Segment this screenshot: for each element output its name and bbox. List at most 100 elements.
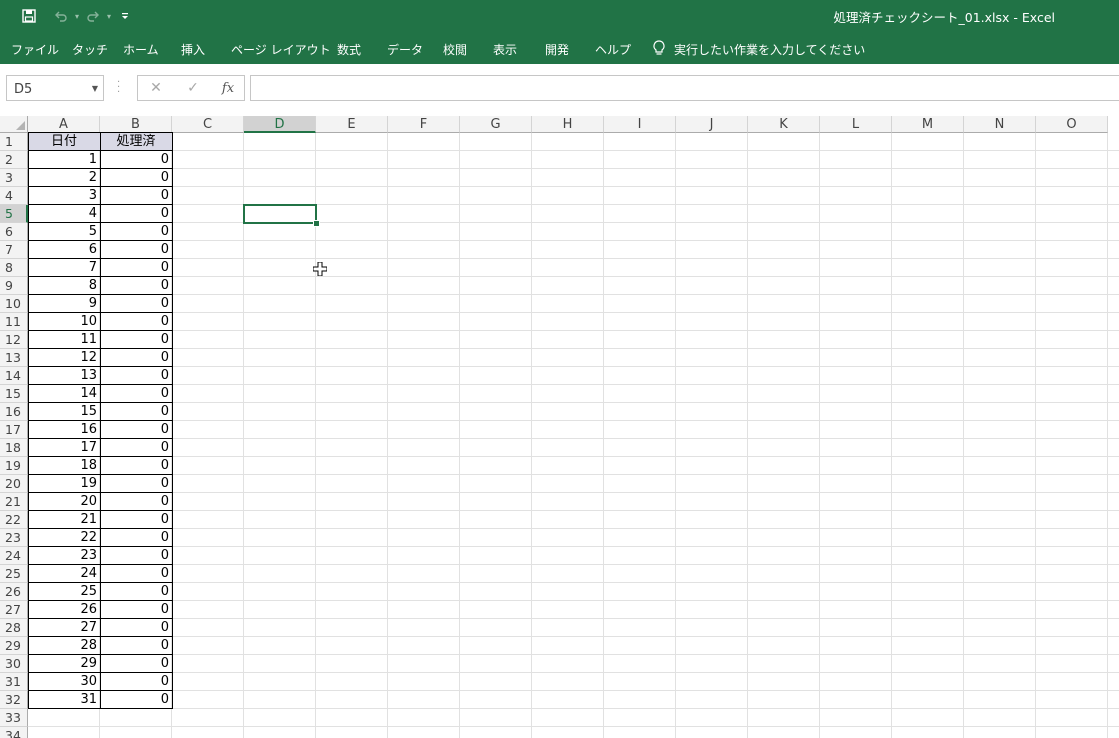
- row-header-20[interactable]: 20: [0, 475, 28, 493]
- tab-home[interactable]: ホーム: [123, 41, 159, 58]
- cell-b16[interactable]: 0: [100, 403, 172, 420]
- column-header-d[interactable]: D: [244, 116, 316, 133]
- cell-a1[interactable]: 日付: [28, 133, 100, 150]
- redo-dropdown-icon[interactable]: ▾: [104, 12, 114, 21]
- cell-a23[interactable]: 22: [28, 529, 100, 546]
- row-header-23[interactable]: 23: [0, 529, 28, 547]
- column-header-a[interactable]: A: [28, 116, 100, 133]
- tab-view[interactable]: 表示: [493, 41, 517, 58]
- row-header-17[interactable]: 17: [0, 421, 28, 439]
- cell-b25[interactable]: 0: [100, 565, 172, 582]
- cell-b26[interactable]: 0: [100, 583, 172, 600]
- row-header-30[interactable]: 30: [0, 655, 28, 673]
- cell-b5[interactable]: 0: [100, 205, 172, 222]
- column-header-k[interactable]: K: [748, 116, 820, 133]
- cell-b15[interactable]: 0: [100, 385, 172, 402]
- tab-touch[interactable]: タッチ: [72, 41, 108, 58]
- undo-dropdown-icon[interactable]: ▾: [72, 12, 82, 21]
- cell-b22[interactable]: 0: [100, 511, 172, 528]
- cell-b7[interactable]: 0: [100, 241, 172, 258]
- cell-a7[interactable]: 6: [28, 241, 100, 258]
- row-header-27[interactable]: 27: [0, 601, 28, 619]
- column-header-c[interactable]: C: [172, 116, 244, 133]
- cell-b23[interactable]: 0: [100, 529, 172, 546]
- redo-icon[interactable]: [82, 6, 104, 26]
- row-header-24[interactable]: 24: [0, 547, 28, 565]
- row-header-33[interactable]: 33: [0, 709, 28, 727]
- cell-a12[interactable]: 11: [28, 331, 100, 348]
- row-header-25[interactable]: 25: [0, 565, 28, 583]
- cell-a6[interactable]: 5: [28, 223, 100, 240]
- tab-developer[interactable]: 開発: [545, 41, 569, 58]
- chevron-down-icon[interactable]: ▼: [92, 84, 98, 93]
- cell-a8[interactable]: 7: [28, 259, 100, 276]
- row-header-28[interactable]: 28: [0, 619, 28, 637]
- row-header-29[interactable]: 29: [0, 637, 28, 655]
- cell-a22[interactable]: 21: [28, 511, 100, 528]
- row-header-16[interactable]: 16: [0, 403, 28, 421]
- cell-a28[interactable]: 27: [28, 619, 100, 636]
- cell-a17[interactable]: 16: [28, 421, 100, 438]
- column-header-n[interactable]: N: [964, 116, 1036, 133]
- cell-a2[interactable]: 1: [28, 151, 100, 168]
- cell-b17[interactable]: 0: [100, 421, 172, 438]
- cell-a25[interactable]: 24: [28, 565, 100, 582]
- cell-a31[interactable]: 30: [28, 673, 100, 690]
- row-header-21[interactable]: 21: [0, 493, 28, 511]
- row-header-22[interactable]: 22: [0, 511, 28, 529]
- cell-b13[interactable]: 0: [100, 349, 172, 366]
- select-all-button[interactable]: [0, 116, 28, 133]
- cell-b2[interactable]: 0: [100, 151, 172, 168]
- row-header-4[interactable]: 4: [0, 187, 28, 205]
- row-header-13[interactable]: 13: [0, 349, 28, 367]
- customize-qat-icon[interactable]: [114, 6, 136, 26]
- cell-b6[interactable]: 0: [100, 223, 172, 240]
- cell-b18[interactable]: 0: [100, 439, 172, 456]
- row-header-5[interactable]: 5: [0, 205, 28, 223]
- resize-handle-icon[interactable]: · · ·: [117, 78, 120, 98]
- column-header-f[interactable]: F: [388, 116, 460, 133]
- column-header-e[interactable]: E: [316, 116, 388, 133]
- cell-b21[interactable]: 0: [100, 493, 172, 510]
- tab-page-layout[interactable]: ページ レイアウト: [231, 41, 331, 58]
- cell-a29[interactable]: 28: [28, 637, 100, 654]
- row-header-18[interactable]: 18: [0, 439, 28, 457]
- cell-b31[interactable]: 0: [100, 673, 172, 690]
- cell-b32[interactable]: 0: [100, 691, 172, 708]
- cell-b4[interactable]: 0: [100, 187, 172, 204]
- cell-a18[interactable]: 17: [28, 439, 100, 456]
- cell-b28[interactable]: 0: [100, 619, 172, 636]
- cell-a15[interactable]: 14: [28, 385, 100, 402]
- column-header-i[interactable]: I: [604, 116, 676, 133]
- row-header-31[interactable]: 31: [0, 673, 28, 691]
- cell-a27[interactable]: 26: [28, 601, 100, 618]
- cell-a21[interactable]: 20: [28, 493, 100, 510]
- column-header-l[interactable]: L: [820, 116, 892, 133]
- column-header-b[interactable]: B: [100, 116, 172, 133]
- cell-b12[interactable]: 0: [100, 331, 172, 348]
- cell-b3[interactable]: 0: [100, 169, 172, 186]
- cell-b24[interactable]: 0: [100, 547, 172, 564]
- cell-a19[interactable]: 18: [28, 457, 100, 474]
- cell-a20[interactable]: 19: [28, 475, 100, 492]
- undo-icon[interactable]: [50, 6, 72, 26]
- row-header-12[interactable]: 12: [0, 331, 28, 349]
- cell-a5[interactable]: 4: [28, 205, 100, 222]
- row-header-1[interactable]: 1: [0, 133, 28, 151]
- column-header-j[interactable]: J: [676, 116, 748, 133]
- cell-a14[interactable]: 13: [28, 367, 100, 384]
- cell-b14[interactable]: 0: [100, 367, 172, 384]
- cell-a9[interactable]: 8: [28, 277, 100, 294]
- cell-b27[interactable]: 0: [100, 601, 172, 618]
- row-header-32[interactable]: 32: [0, 691, 28, 709]
- cell-b9[interactable]: 0: [100, 277, 172, 294]
- name-box[interactable]: D5 ▼: [6, 75, 104, 101]
- cell-a32[interactable]: 31: [28, 691, 100, 708]
- cell-b11[interactable]: 0: [100, 313, 172, 330]
- cell-a26[interactable]: 25: [28, 583, 100, 600]
- cell-a30[interactable]: 29: [28, 655, 100, 672]
- cell-b8[interactable]: 0: [100, 259, 172, 276]
- insert-function-button[interactable]: fx: [213, 76, 243, 100]
- cell-a24[interactable]: 23: [28, 547, 100, 564]
- cell-a13[interactable]: 12: [28, 349, 100, 366]
